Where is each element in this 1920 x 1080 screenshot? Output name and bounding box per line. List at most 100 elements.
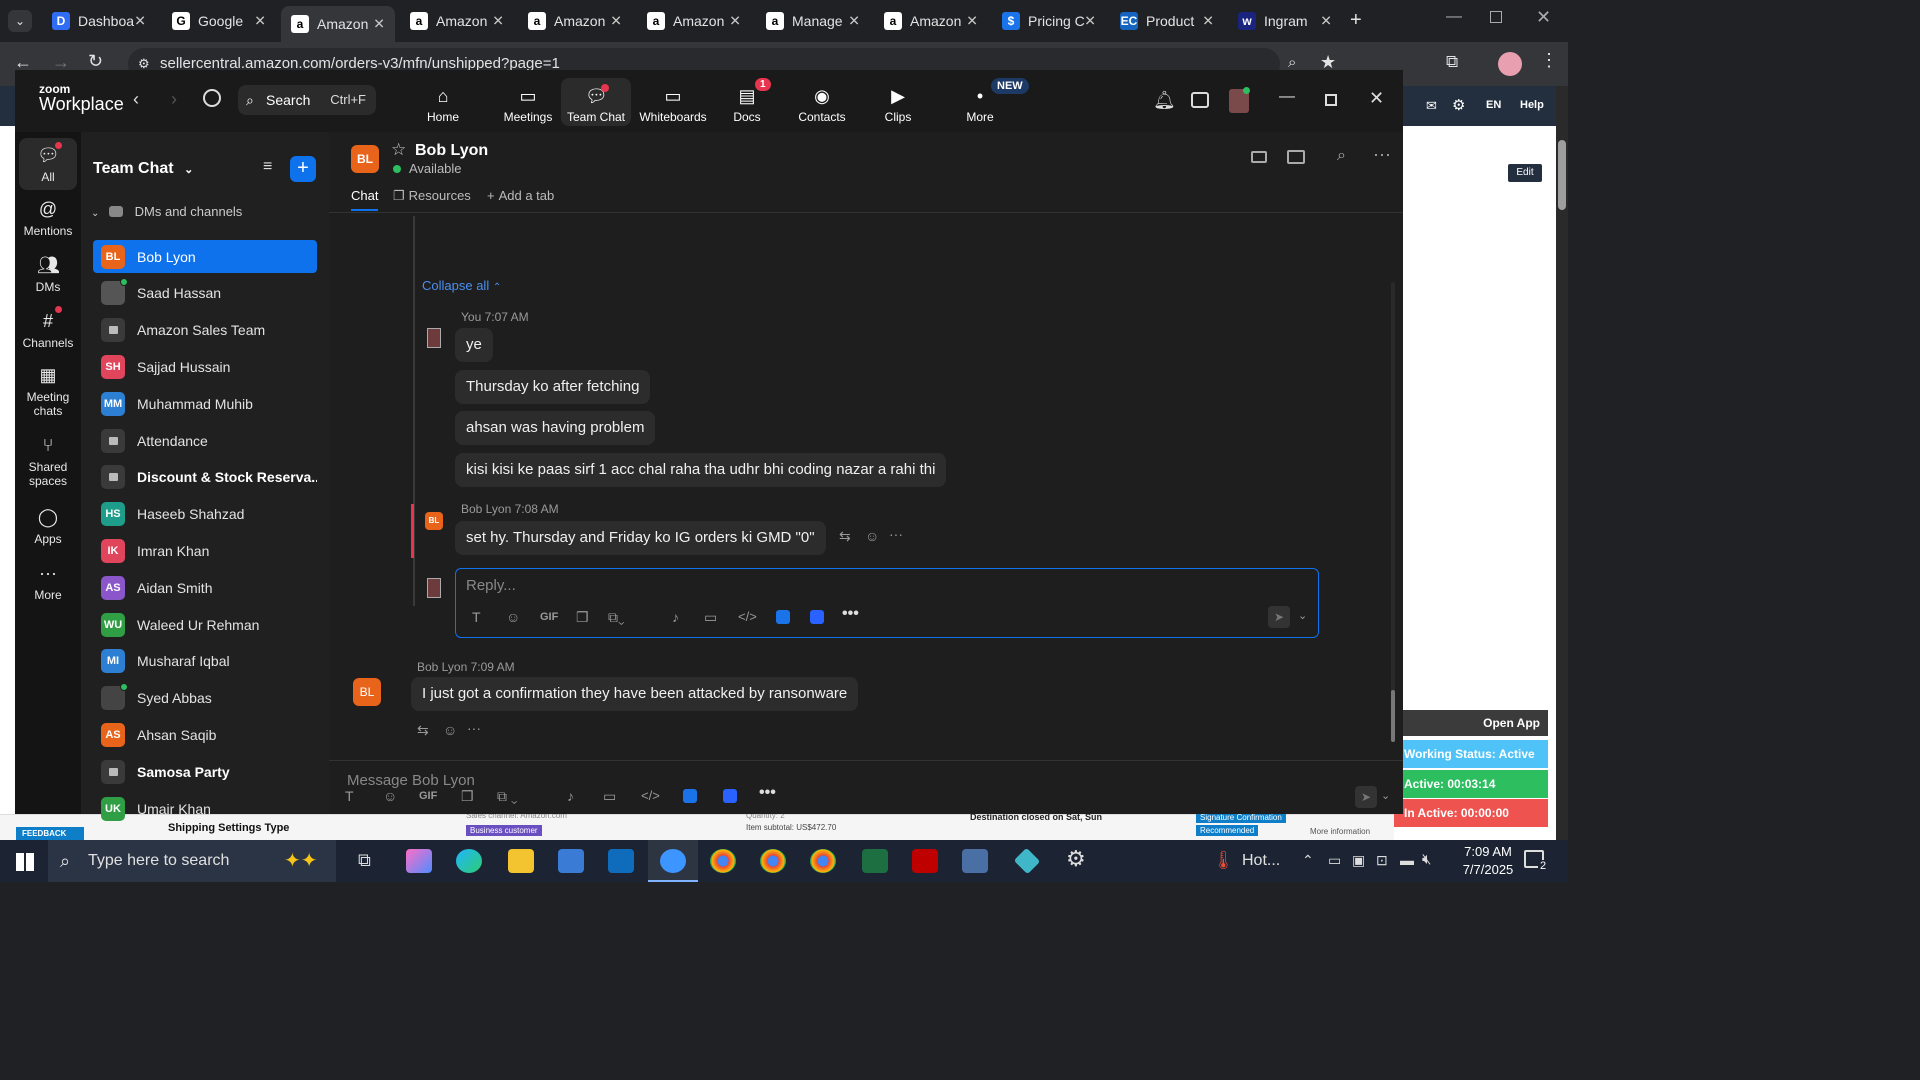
send-options-icon[interactable]: ⌄ — [1298, 609, 1307, 622]
nav-contacts[interactable]: ◉ Contacts — [787, 70, 857, 132]
react-icon[interactable]: ☺ — [865, 528, 879, 544]
nav-docs[interactable]: ▤ Docs 1 — [715, 70, 779, 132]
sidebar-item[interactable]: WU Waleed Ur Rehman — [93, 608, 317, 641]
gif-icon[interactable]: GIF — [540, 611, 558, 623]
settings-app-icon[interactable]: ⚙ — [1066, 846, 1086, 872]
composer-code-icon[interactable]: </> — [641, 788, 660, 803]
browser-tab[interactable]: G Google ✕ — [162, 6, 276, 36]
sidebar-item[interactable]: UK Umair Khan — [93, 792, 317, 825]
code-icon[interactable]: </> — [738, 609, 757, 624]
weather-text[interactable]: Hot... — [1242, 852, 1280, 870]
rail-apps[interactable]: ◯ Apps — [19, 506, 77, 546]
tab-close-icon[interactable]: ✕ — [254, 13, 266, 30]
last-message[interactable]: I just got a confirmation they have been… — [411, 677, 859, 711]
bob-avatar[interactable]: BL — [353, 678, 381, 706]
browser-tab[interactable]: D Dashboa ✕ — [42, 6, 156, 36]
edge-app-icon[interactable] — [456, 849, 482, 873]
screenshot-icon[interactable]: ⧉⌄ — [608, 609, 625, 626]
outlook-app-icon[interactable] — [608, 849, 634, 873]
emoji-icon[interactable]: ☺ — [506, 609, 520, 625]
sidebar-item[interactable]: Amazon Sales Team — [93, 314, 317, 347]
tab-list-icon[interactable]: ⌄ — [8, 10, 32, 32]
volume-icon[interactable]: 🔇︎ — [1422, 851, 1431, 868]
rail-meeting-chats[interactable]: ▦ Meeting chats — [19, 364, 77, 418]
tray-chevron-icon[interactable]: ⌃ — [1302, 852, 1314, 869]
notifications-icon[interactable]: 🔔︎ — [1153, 90, 1176, 111]
tray-icon-1[interactable]: ▭ — [1328, 852, 1341, 869]
nav-more[interactable]: • More NEW — [943, 70, 1029, 132]
my-message[interactable]: Thursday ko after fetching — [455, 370, 651, 404]
back-arrow-icon[interactable]: ‹ — [133, 89, 139, 110]
tab-close-icon[interactable]: ✕ — [373, 16, 385, 33]
rail-more[interactable]: ··· More — [19, 562, 77, 602]
message-more-icon[interactable]: ··· — [889, 526, 903, 542]
more-info-link[interactable]: More information — [1310, 827, 1370, 836]
file-icon[interactable]: ❒ — [576, 609, 589, 626]
browser-tab[interactable]: EC Product ✕ — [1110, 6, 1224, 36]
bob-thread-message[interactable]: set hy. Thursday and Friday ko IG orders… — [455, 521, 826, 555]
bob-thread-avatar[interactable]: BL — [425, 512, 443, 530]
mail-icon[interactable]: ✉ — [1426, 98, 1437, 114]
mic-icon[interactable]: ♪ — [672, 609, 679, 625]
tab-close-icon[interactable]: ✕ — [1084, 13, 1096, 30]
thread-reply-box[interactable]: Reply... T ☺ GIF ❒ ⧉⌄ ♪ ▭ </> ••• ➤ ⌄ — [455, 568, 1319, 638]
chat-search-icon[interactable]: ⌕ — [1337, 147, 1346, 165]
tab-close-icon[interactable]: ✕ — [610, 13, 622, 30]
history-icon[interactable] — [203, 89, 221, 107]
browser-tab[interactable]: $ Pricing C ✕ — [992, 6, 1106, 36]
sidebar-item[interactable]: IK Imran Khan — [93, 534, 317, 567]
sidebar-item[interactable]: MI Musharaf Iqbal — [93, 645, 317, 678]
extensions-icon[interactable]: ⧉ — [1446, 52, 1458, 72]
sidebar-item[interactable]: Saad Hassan — [93, 277, 317, 310]
composer-mic-icon[interactable]: ♪ — [567, 788, 574, 804]
composer-file-icon[interactable]: ❒ — [461, 788, 474, 805]
sidebar-item[interactable]: SH Sajjad Hussain — [93, 350, 317, 383]
tab-resources[interactable]: ❐ Resources — [393, 188, 471, 204]
zoom-minimize-icon[interactable]: — — [1279, 88, 1295, 106]
minimize-icon[interactable]: — — [1446, 8, 1462, 26]
composer-input[interactable]: Message Bob Lyon — [347, 772, 475, 789]
video-call-icon[interactable] — [1251, 151, 1267, 163]
rail-all[interactable]: 💬︎ All — [19, 138, 77, 190]
zoom-icon[interactable]: ⌕ — [1288, 54, 1296, 71]
composer-gif-icon[interactable]: GIF — [419, 790, 437, 802]
tray-icon-2[interactable]: ▣ — [1352, 852, 1365, 869]
composer-send-options-icon[interactable]: ⌄ — [1381, 789, 1390, 802]
file-explorer-icon[interactable] — [508, 849, 534, 873]
app-icon-2[interactable] — [810, 610, 824, 624]
calculator-app-icon[interactable] — [962, 849, 988, 873]
composer-format-icon[interactable]: T — [345, 788, 354, 804]
search-box[interactable]: ⌕ Search Ctrl+F — [238, 85, 376, 115]
section-header[interactable]: ⌄ DMs and channels — [91, 204, 242, 219]
taskbar-search[interactable]: ⌕ Type here to search ✦✦ — [48, 840, 336, 882]
format-text-icon[interactable]: T — [472, 609, 481, 625]
page-scrollbar[interactable] — [1556, 86, 1568, 840]
tab-add[interactable]: + Add a tab — [487, 188, 554, 203]
help-link[interactable]: Help — [1520, 99, 1544, 111]
chat-more-icon[interactable]: ··· — [1373, 144, 1391, 165]
more-apps-icon[interactable]: ••• — [842, 605, 859, 623]
tab-close-icon[interactable]: ✕ — [492, 13, 504, 30]
nav-clips[interactable]: ▶ Clips — [865, 70, 931, 132]
sidebar-item[interactable]: BL Bob Lyon — [93, 240, 317, 273]
my-message[interactable]: ahsan was having problem — [455, 411, 656, 445]
app-diamond-icon[interactable] — [1013, 847, 1041, 875]
last-more-icon[interactable]: ··· — [467, 720, 481, 736]
calendar-icon[interactable] — [1191, 92, 1209, 108]
new-tab-button[interactable]: + — [1350, 9, 1362, 32]
chrome-app-icon-2[interactable] — [760, 849, 786, 873]
close-icon[interactable]: ✕ — [1536, 7, 1551, 28]
copilot-app-icon[interactable] — [406, 849, 432, 873]
browser-tab[interactable]: a Amazon ✕ — [400, 6, 514, 36]
nav-meetings[interactable]: ▭ Meetings — [489, 70, 567, 132]
reply-icon[interactable]: ⇆ — [839, 528, 851, 545]
composer-app-icon-2[interactable] — [723, 789, 737, 803]
clock-time[interactable]: 7:09 AM — [1456, 844, 1520, 859]
sidebar-item[interactable]: MM Muhammad Muhib — [93, 387, 317, 420]
last-react-icon[interactable]: ☺ — [443, 722, 457, 738]
start-icon[interactable] — [16, 853, 34, 871]
tray-icon-3[interactable]: ⊡ — [1376, 852, 1388, 869]
edit-button[interactable]: Edit — [1508, 164, 1542, 182]
zoom-maximize-icon[interactable] — [1325, 94, 1337, 106]
tab-close-icon[interactable]: ✕ — [1202, 13, 1214, 30]
